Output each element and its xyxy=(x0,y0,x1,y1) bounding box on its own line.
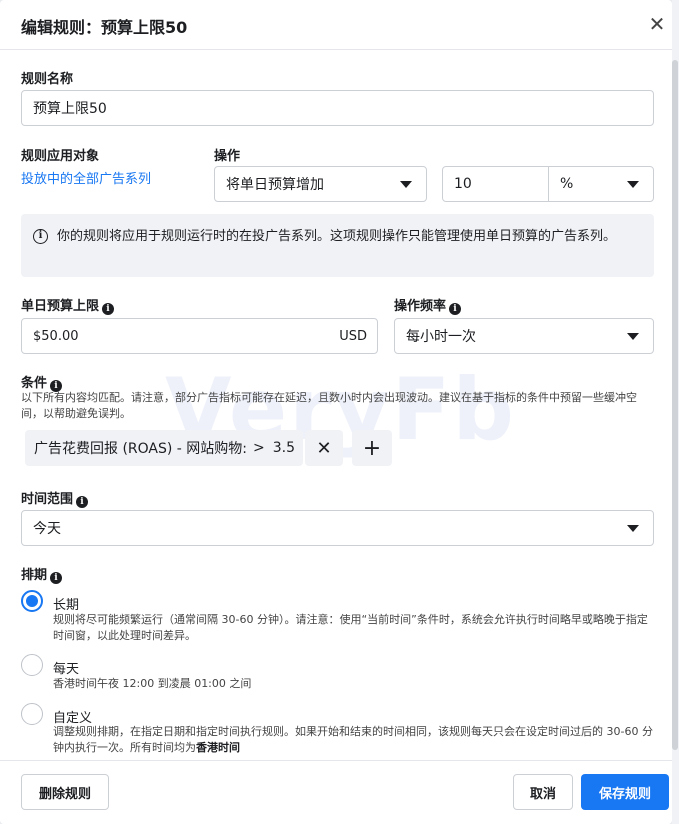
info-icon[interactable]: i xyxy=(449,303,462,315)
budget-cap-value: $50.00 xyxy=(33,328,79,344)
close-icon[interactable]: ✕ xyxy=(646,14,668,36)
chevron-down-icon xyxy=(627,181,639,188)
conditions-label: 条件 i xyxy=(21,372,63,392)
chevron-down-icon xyxy=(627,333,639,340)
time-range-select[interactable]: 今天 xyxy=(21,510,654,546)
cancel-button[interactable]: 取消 xyxy=(513,774,573,810)
schedule-custom-desc: 调整规则排期，在指定日期和指定时间执行规则。如果开始和结束的时间相同，该规则每天… xyxy=(53,725,653,754)
plus-icon: + xyxy=(362,435,382,461)
action-select[interactable]: 将单日预算增加 xyxy=(214,166,427,202)
time-range-label-text: 时间范围 xyxy=(21,492,74,507)
time-range-label: 时间范围 i xyxy=(21,488,89,508)
budget-cap-label-text: 单日预算上限 xyxy=(21,299,100,314)
schedule-option-desc: 调整规则排期，在指定日期和指定时间执行规则。如果开始和结束的时间相同，该规则每天… xyxy=(53,724,658,756)
frequency-label: 操作频率 i xyxy=(394,295,462,315)
action-amount-input[interactable]: 10 xyxy=(442,166,549,202)
info-notice: i 你的规则将应用于规则运行时的在投广告系列。这项规则操作只能管理使用单日预算的… xyxy=(21,214,654,277)
timezone-highlight: 香港时间 xyxy=(196,741,240,754)
condition-value: 3.5 xyxy=(272,440,296,456)
budget-cap-label: 单日预算上限 i xyxy=(21,295,115,315)
action-select-value: 将单日预算增加 xyxy=(226,177,324,193)
dialog-title: 编辑规则：预算上限50 xyxy=(21,18,188,37)
info-icon[interactable]: i xyxy=(50,572,63,584)
time-range-value: 今天 xyxy=(33,521,61,537)
save-rule-button[interactable]: 保存规则 xyxy=(581,774,669,810)
conditions-description: 以下所有内容均匹配。请注意，部分广告指标可能存在延迟，且数小时内会出现波动。建议… xyxy=(21,391,637,420)
schedule-label-text: 排期 xyxy=(21,568,48,583)
add-condition-button[interactable]: + xyxy=(352,430,392,466)
schedule-option-title: 每天 xyxy=(53,662,80,677)
schedule-option-desc: 规则将尽可能频繁运行（通常间隔 30-60 分钟）。请注意：使用“当前时间”条件… xyxy=(53,613,648,642)
scrollbar-thumb[interactable] xyxy=(672,60,678,750)
chevron-down-icon xyxy=(627,525,639,532)
apply-to-label: 规则应用对象 xyxy=(21,149,100,164)
budget-cap-currency: USD xyxy=(339,328,367,344)
frequency-select-value: 每小时一次 xyxy=(406,329,476,345)
schedule-option-title: 长期 xyxy=(53,598,80,613)
frequency-select[interactable]: 每小时一次 xyxy=(394,318,654,354)
action-amount-value: 10 xyxy=(454,176,472,192)
info-icon[interactable]: i xyxy=(102,303,115,315)
action-unit-value: % xyxy=(560,176,574,192)
frequency-label-text: 操作频率 xyxy=(394,299,447,314)
edit-rule-dialog: VeryFb 编辑规则：预算上限50 ✕ 规则名称 预算上限50 规则应用对象 … xyxy=(0,0,672,824)
budget-cap-input[interactable]: $50.00 USD xyxy=(21,318,378,354)
dialog-footer: 删除规则 取消 保存规则 xyxy=(0,760,672,824)
info-notice-text: 你的规则将应用于规则运行时的在投广告系列。这项规则操作只能管理使用单日预算的广告… xyxy=(57,229,617,244)
rule-name-input[interactable]: 预算上限50 xyxy=(21,90,654,126)
condition-operator: > xyxy=(253,440,265,456)
action-label: 操作 xyxy=(214,149,241,164)
delete-rule-button[interactable]: 删除规则 xyxy=(21,774,109,810)
schedule-radio-daily[interactable] xyxy=(21,654,43,676)
info-icon: i xyxy=(33,229,48,244)
condition-metric: 广告花费回报 (ROAS) - 网站购物: xyxy=(34,441,248,457)
schedule-option-desc: 香港时间午夜 12:00 到凌晨 01:00 之间 xyxy=(53,677,252,690)
chevron-down-icon xyxy=(400,181,412,188)
remove-condition-button[interactable]: ✕ xyxy=(305,430,343,466)
close-icon: ✕ xyxy=(316,437,332,459)
apply-to-link[interactable]: 投放中的全部广告系列 xyxy=(21,168,151,187)
schedule-label: 排期 i xyxy=(21,564,63,584)
dialog-header: 编辑规则：预算上限50 ✕ xyxy=(0,0,672,50)
rule-name-value: 预算上限50 xyxy=(33,101,107,117)
rule-name-label: 规则名称 xyxy=(21,72,74,87)
conditions-label-text: 条件 xyxy=(21,376,48,391)
schedule-radio-custom[interactable] xyxy=(21,703,43,725)
condition-item[interactable]: 广告花费回报 (ROAS) - 网站购物: > 3.5 xyxy=(25,430,303,466)
action-unit-select[interactable]: % xyxy=(548,166,654,202)
info-icon[interactable]: i xyxy=(76,496,89,508)
schedule-radio-ongoing[interactable] xyxy=(21,590,43,612)
